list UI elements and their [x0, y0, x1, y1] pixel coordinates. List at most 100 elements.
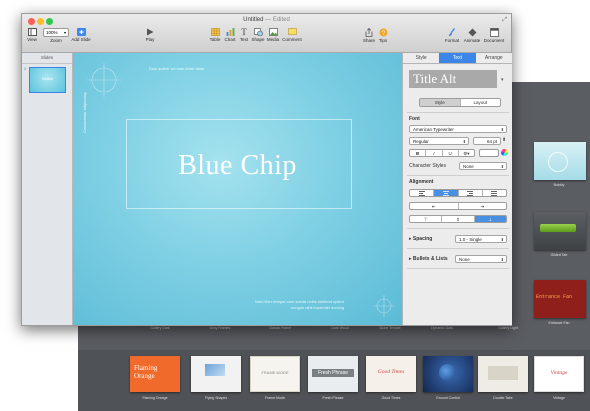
table-button[interactable]: Table: [208, 28, 222, 42]
zoom-select[interactable]: 100% ▾: [43, 28, 69, 37]
theme-thumb[interactable]: Fresh Phrase: [308, 356, 358, 392]
horizontal-alignment-buttons: [409, 189, 507, 197]
slide-canvas[interactable]: Duis autem vel eum iriure dolor Consecte…: [73, 53, 402, 325]
document-button[interactable]: Document: [483, 28, 505, 43]
comment-label: Comment: [282, 37, 302, 42]
align-left-icon[interactable]: [410, 190, 435, 196]
share-button[interactable]: Share: [362, 28, 376, 43]
bold-button[interactable]: B: [410, 150, 427, 156]
add-slide-button[interactable]: Add Slide: [70, 28, 92, 42]
divider: [407, 228, 509, 229]
theme-thumb[interactable]: Good Times: [366, 356, 416, 392]
shape-button[interactable]: Shape: [251, 28, 265, 42]
toolbar: Untitled — Edited ⤢ View 100% ▾ Zoom Add …: [22, 14, 511, 53]
theme-row-label: Gallery Light: [498, 326, 518, 330]
fullscreen-icon[interactable]: ⤢: [502, 17, 507, 24]
bullets-disclosure[interactable]: ▸ Bullets & Lists: [409, 256, 448, 262]
bullets-select[interactable]: None ⬍: [455, 255, 507, 263]
text-button[interactable]: T Text: [238, 27, 250, 43]
inspector-tabs: Style Text Arrange: [403, 53, 512, 64]
theme-caption: Gilded Tab: [550, 253, 568, 257]
theme-row-label: Gray Frames: [209, 326, 231, 330]
color-wheel-icon[interactable]: [501, 149, 508, 156]
theme-label-row: Gallery Dark Gray Frames Classic Frame D…: [78, 326, 590, 340]
increase-indent-icon[interactable]: ⇥: [459, 203, 507, 209]
subtab-layout[interactable]: Layout: [461, 99, 501, 106]
share-label: Share: [362, 38, 375, 43]
stepper-icon: ⬍: [500, 164, 504, 169]
slide-bottom-text-1[interactable]: Nam liber tempor cum soluta nobis eleife…: [255, 299, 344, 304]
theme-thumb[interactable]: FRAME MODE: [250, 356, 300, 392]
stepper-icon: ⬍: [500, 127, 504, 132]
theme-thumb-gilded[interactable]: [534, 212, 586, 250]
theme-thumb-bubbly[interactable]: [534, 142, 586, 180]
bullets-label: Bullets & Lists: [412, 256, 448, 262]
tips-button[interactable]: ? Tips: [377, 28, 389, 43]
text-icon: T: [241, 27, 247, 37]
format-button[interactable]: Format: [444, 28, 460, 43]
chevron-down-icon[interactable]: ▾: [501, 77, 504, 83]
animate-label: Animate: [463, 38, 481, 43]
text-label: Text: [239, 37, 249, 42]
align-justify-icon[interactable]: [483, 190, 506, 196]
crosshair-bottom-right-icon: [373, 295, 395, 317]
slide-thumbnail[interactable]: Realtor: [29, 67, 66, 93]
theme-thumb[interactable]: [191, 356, 241, 392]
tips-label: Tips: [378, 38, 388, 43]
media-button[interactable]: Media: [266, 28, 280, 42]
underline-button[interactable]: U: [443, 150, 459, 156]
theme-thumb[interactable]: [478, 356, 528, 392]
theme-bottom-row: Flaming Orange Flaming Orange Flying Sha…: [78, 350, 590, 411]
view-label: View: [27, 37, 37, 42]
align-right-icon[interactable]: [459, 190, 483, 196]
disclosure-triangle-icon: ▸: [409, 256, 412, 262]
theme-row-label: Classic Frame: [268, 326, 292, 330]
paragraph-style-preview[interactable]: Title Alt: [409, 70, 497, 88]
disclosure-triangle-icon: ▸: [409, 236, 412, 242]
document-icon: [489, 28, 499, 37]
zoom-control[interactable]: 100% ▾ Zoom: [43, 28, 69, 43]
theme-thumb[interactable]: Vintage: [534, 356, 584, 392]
comment-button[interactable]: Comment: [282, 28, 302, 42]
paragraph-style-name: Title Alt: [413, 71, 457, 86]
align-center-icon[interactable]: [434, 190, 459, 196]
text-color-well[interactable]: [479, 149, 499, 157]
font-family-select[interactable]: American Typewriter ⬍: [409, 125, 507, 133]
animate-button[interactable]: Animate: [463, 28, 481, 43]
slide-side-text[interactable]: Consectetur adipiscing: [82, 93, 87, 133]
theme-thumb-entrance-fan[interactable]: Entrance Fan: [534, 280, 586, 318]
subtab-style[interactable]: Style: [420, 99, 461, 106]
stepper-icon: ⬍: [500, 257, 504, 262]
theme-thumb[interactable]: [423, 356, 473, 392]
table-icon: [210, 28, 220, 36]
play-button[interactable]: Play: [142, 28, 158, 42]
slide-title[interactable]: Blue Chip: [73, 150, 402, 182]
tab-style[interactable]: Style: [403, 53, 439, 63]
view-button[interactable]: View: [25, 28, 39, 42]
font-style-select[interactable]: Regular ⬍: [409, 137, 469, 145]
align-bottom-icon[interactable]: ⊥: [474, 216, 506, 222]
theme-thumb[interactable]: Flaming Orange: [130, 356, 180, 392]
text-options-button[interactable]: ⚙▾: [459, 150, 474, 156]
font-size-field[interactable]: 64 pt: [473, 137, 501, 145]
divider: [407, 268, 509, 269]
chart-button[interactable]: Chart: [223, 28, 237, 42]
tab-text[interactable]: Text: [439, 53, 476, 63]
spacing-disclosure[interactable]: ▸ Spacing: [409, 236, 432, 242]
character-styles-select[interactable]: None ⬍: [459, 162, 507, 170]
decrease-indent-icon[interactable]: ⇤: [410, 203, 459, 209]
align-top-icon[interactable]: ⊤: [410, 216, 443, 222]
bubbly-icon: [548, 152, 568, 172]
thumb-title: FRAME MODE: [261, 370, 289, 375]
tab-arrange[interactable]: Arrange: [476, 53, 512, 63]
italic-button[interactable]: I: [426, 150, 443, 156]
play-icon: [147, 28, 154, 36]
slide-bottom-text-2[interactable]: congue nihil imperdiet doming: [291, 305, 344, 310]
add-slide-icon: [76, 28, 86, 36]
spacing-select[interactable]: 1.0 - Single ⬍: [455, 235, 507, 243]
font-size-stepper-icon[interactable]: ⬍: [502, 137, 506, 143]
keynote-window: Untitled — Edited ⤢ View 100% ▾ Zoom Add …: [21, 13, 512, 326]
font-section-label: Font: [409, 116, 420, 122]
align-middle-icon[interactable]: ⇕: [442, 216, 475, 222]
slide-top-text[interactable]: Duis autem vel eum iriure dolor: [149, 66, 204, 71]
